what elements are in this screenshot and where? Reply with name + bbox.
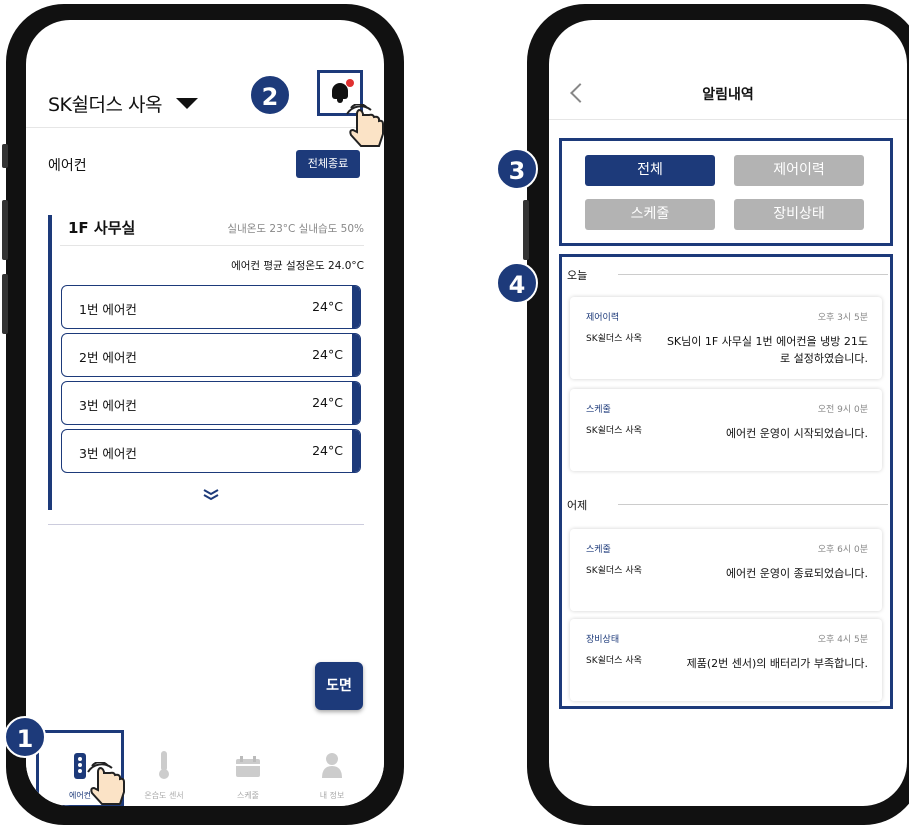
notification-source: SK쉴더스 사옥	[586, 656, 642, 666]
aircon-list: 1번 에어컨 24°C 2번 에어컨 24°C 3번 에어컨 24°C 3번 에…	[61, 285, 361, 477]
person-icon	[322, 753, 342, 778]
tap-hand-icon	[87, 762, 125, 805]
calendar-icon	[236, 756, 260, 777]
bell-icon	[332, 83, 348, 103]
step-badge-2: 2	[249, 74, 291, 116]
phone-side-button	[2, 274, 8, 334]
day-header: 오늘	[567, 269, 588, 282]
phone-side-button	[2, 200, 8, 260]
tab-my-info[interactable]: 내 정보	[290, 734, 374, 806]
notification-source: SK쉴더스 사옥	[586, 566, 642, 576]
notification-message: SK님이 1F 사무실 1번 에어컨을 냉방 21도로 설정하였습니다.	[666, 335, 868, 365]
notification-message: 제품(2번 센서)의 배터리가 부족합니다.	[686, 657, 868, 670]
notification-message: 에어컨 운영이 시작되었습니다.	[725, 427, 868, 440]
aircon-name: 1번 에어컨	[79, 302, 137, 317]
divider	[60, 245, 364, 246]
room-accent-bar	[48, 215, 52, 510]
tab-label: 내 정보	[319, 791, 345, 800]
aircon-item[interactable]: 2번 에어컨 24°C	[61, 333, 361, 377]
tap-hand-icon	[346, 104, 384, 147]
page-title: 알림내역	[702, 87, 754, 103]
aircon-status-edge	[352, 382, 360, 424]
filter-control-history[interactable]: 제어이력	[734, 155, 864, 186]
step-badge-4: 4	[496, 262, 538, 304]
room-name: 1F 사무실	[68, 219, 136, 237]
aircon-temp: 24°C	[312, 395, 343, 410]
screen-notifications: 알림내역 전체 제어이력 스케줄 장비상태 오늘 제어이력 오후 3시 5분 S…	[549, 20, 907, 806]
notification-source: SK쉴더스 사옥	[586, 426, 642, 436]
divider	[618, 504, 888, 505]
notification-time: 오후 3시 5분	[817, 313, 868, 323]
aircon-temp: 24°C	[312, 347, 343, 362]
notification-category: 스케줄	[586, 405, 611, 415]
room-environment: 실내온도 23°C 실내습도 50%	[227, 223, 364, 235]
notification-card[interactable]: 제어이력 오후 3시 5분 SK쉴더스 사옥 SK님이 1F 사무실 1번 에어…	[570, 297, 882, 379]
tab-schedule[interactable]: 스케줄	[206, 734, 290, 806]
phone-side-button	[523, 200, 529, 260]
notification-dot	[346, 79, 354, 87]
divider	[48, 524, 364, 525]
notification-time: 오전 9시 0분	[817, 405, 868, 415]
notification-card[interactable]: 스케줄 오전 9시 0분 SK쉴더스 사옥 에어컨 운영이 시작되었습니다.	[570, 389, 882, 471]
day-header: 어제	[567, 499, 588, 512]
notification-message: 에어컨 운영이 종료되었습니다.	[725, 567, 868, 580]
filter-group: 전체 제어이력 스케줄 장비상태	[559, 138, 893, 246]
notification-category: 장비상태	[586, 635, 620, 645]
phone-side-button	[2, 144, 8, 168]
bottom-tab-bar: 에어컨 온습도 센서 스케줄 내 정보	[26, 730, 384, 806]
aircon-status-edge	[352, 334, 360, 376]
aircon-temp: 24°C	[312, 299, 343, 314]
site-title[interactable]: SK쉴더스 사옥	[48, 90, 162, 117]
aircon-name: 3번 에어컨	[79, 398, 137, 413]
expand-chevron-icon[interactable]	[203, 489, 219, 501]
tab-label: 스케줄	[236, 791, 260, 800]
floor-map-button[interactable]: 도면	[315, 662, 363, 710]
tab-label: 온습도 센서	[144, 791, 184, 800]
aircon-name: 3번 에어컨	[79, 446, 137, 461]
tab-sensor[interactable]: 온습도 센서	[122, 734, 206, 806]
notification-time: 오후 4시 5분	[817, 635, 868, 645]
divider	[618, 274, 888, 275]
aircon-temp: 24°C	[312, 443, 343, 458]
step-badge-3: 3	[496, 148, 538, 190]
step-badge-1: 1	[4, 716, 46, 758]
room-average-setpoint: 에어컨 평균 설정온도 24.0°C	[231, 260, 364, 272]
caret-down-icon[interactable]	[176, 98, 198, 109]
section-title: 에어컨	[48, 158, 87, 174]
header: SK쉴더스 사옥	[26, 70, 384, 128]
notification-source: SK쉴더스 사옥	[586, 334, 642, 344]
aircon-item[interactable]: 3번 에어컨 24°C	[61, 381, 361, 425]
notification-category: 제어이력	[586, 313, 620, 323]
phone-right: 알림내역 전체 제어이력 스케줄 장비상태 오늘 제어이력 오후 3시 5분 S…	[523, 4, 909, 825]
header: 알림내역	[549, 70, 907, 120]
filter-all[interactable]: 전체	[585, 155, 715, 186]
notification-card[interactable]: 스케줄 오후 6시 0분 SK쉴더스 사옥 에어컨 운영이 종료되었습니다.	[570, 529, 882, 611]
aircon-status-edge	[352, 286, 360, 328]
notification-time: 오후 6시 0분	[817, 545, 868, 555]
notification-feed: 오늘 제어이력 오후 3시 5분 SK쉴더스 사옥 SK님이 1F 사무실 1번…	[559, 254, 893, 709]
thermometer-icon	[159, 751, 169, 779]
screen-aircon: SK쉴더스 사옥 에어컨 전체종료 1F 사무실 실내온도 23°C 실내습도 …	[26, 20, 384, 806]
stop-all-button[interactable]: 전체종료	[296, 150, 360, 178]
notification-category: 스케줄	[586, 545, 611, 555]
aircon-status-edge	[352, 430, 360, 472]
room-card: 1F 사무실 실내온도 23°C 실내습도 50% 에어컨 평균 설정온도 24…	[48, 215, 364, 510]
aircon-item[interactable]: 3번 에어컨 24°C	[61, 429, 361, 473]
filter-device-status[interactable]: 장비상태	[734, 199, 864, 230]
aircon-item[interactable]: 1번 에어컨 24°C	[61, 285, 361, 329]
aircon-name: 2번 에어컨	[79, 350, 137, 365]
filter-schedule[interactable]: 스케줄	[585, 199, 715, 230]
notification-card[interactable]: 장비상태 오후 4시 5분 SK쉴더스 사옥 제품(2번 센서)의 배터리가 부…	[570, 619, 882, 701]
